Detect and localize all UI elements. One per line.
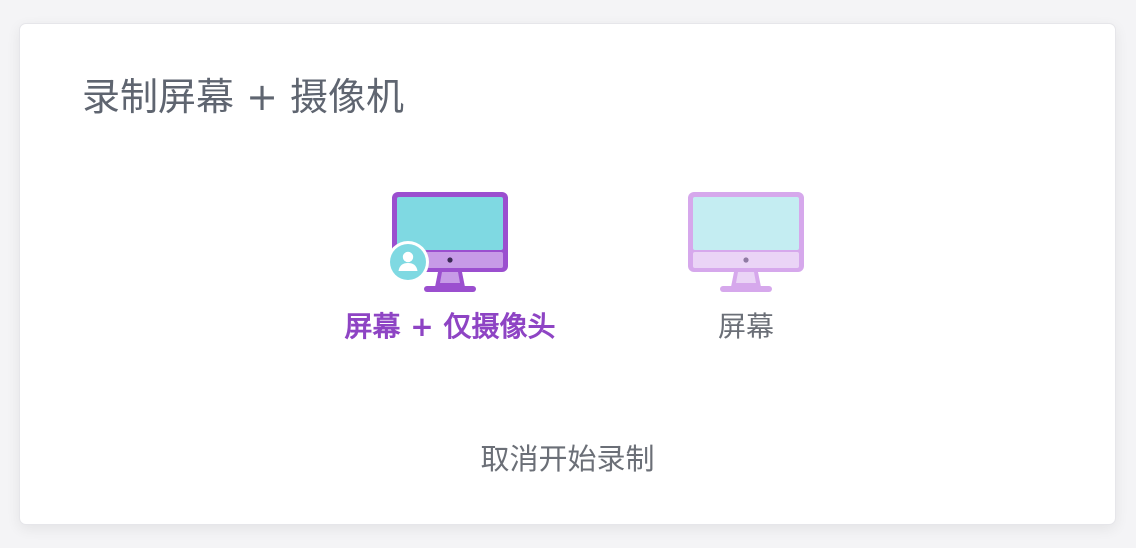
monitor-icon: [686, 190, 806, 296]
monitor-with-camera-icon: [387, 190, 510, 296]
option-label: 屏幕 + 仅摄像头: [344, 310, 556, 343]
camera-avatar-icon: [386, 240, 430, 284]
option-label: 屏幕: [717, 310, 774, 343]
cancel-recording-button[interactable]: 取消开始录制: [20, 440, 1115, 478]
dialog-title: 录制屏幕 + 摄像机: [82, 75, 404, 119]
option-screen-and-camera[interactable]: 屏幕 + 仅摄像头: [320, 190, 580, 350]
record-dialog: 录制屏幕 + 摄像机 屏幕 + 仅摄像头 屏幕 取消开始录制: [19, 23, 1116, 525]
option-screen-only[interactable]: 屏幕: [626, 190, 866, 350]
